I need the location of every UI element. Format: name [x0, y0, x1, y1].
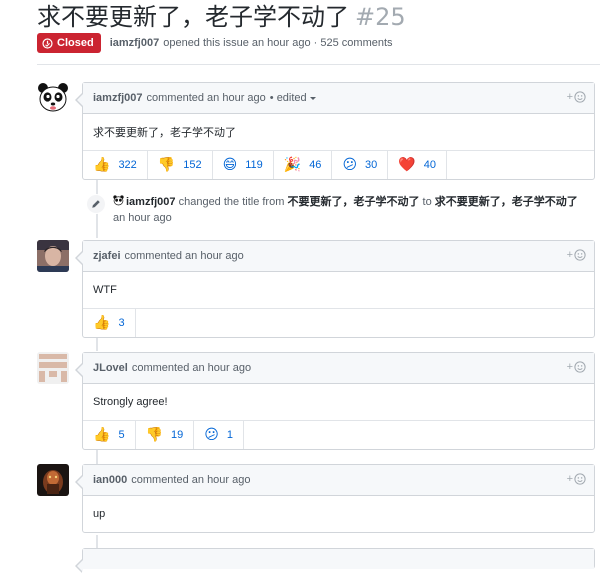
event-actor-link[interactable]: iamzfj007 [126, 196, 176, 208]
issue-number: #25 [355, 3, 406, 31]
reaction-count: 19 [171, 429, 184, 441]
avatar-iamzfj007[interactable] [37, 82, 69, 114]
reaction-thumbs-down[interactable]: 👎 19 [136, 421, 195, 449]
thumbs-down-icon: 👎 [145, 427, 163, 443]
comment-card: JLovel commented an hour ago + Strongly … [75, 352, 595, 450]
event-text: iamzfj007 changed the title from 不要更新了，老… [113, 194, 586, 226]
issue-author-link[interactable]: iamzfj007 [110, 37, 160, 49]
reactions-bar: 👍 3 [83, 309, 594, 337]
hooray-icon: 🎉 [283, 157, 302, 173]
add-reaction-button[interactable]: + [567, 91, 586, 103]
edited-dropdown[interactable]: • edited [270, 92, 316, 104]
comment-body: Strongly agree! [83, 384, 594, 421]
timeline-line [96, 449, 98, 465]
comment-header [83, 549, 594, 569]
reaction-count: 152 [183, 159, 202, 171]
comment-timestamp[interactable]: commented an hour ago [132, 362, 251, 374]
event-to-title: 求不要更新了，老子学不动了 [434, 196, 578, 208]
heart-icon: ❤️ [398, 157, 416, 173]
smiley-icon [574, 249, 586, 261]
laugh-icon: 😄 [222, 157, 238, 173]
reaction-count: 322 [118, 159, 137, 171]
event-from-title: 不要更新了，老子学不动了 [287, 196, 420, 208]
reactions-bar: 👍 322 👎 152 😄 119 🎉 46 😕 30 ❤️ 40 [83, 151, 594, 179]
comment-author-link[interactable]: ian000 [93, 474, 127, 486]
comment-timestamp[interactable]: commented an hour ago [147, 92, 266, 104]
comment-body: up [93, 508, 106, 520]
add-reaction-plus: + [566, 473, 573, 485]
issue-title-text: 求不要更新了，老子学不动了 [37, 3, 349, 31]
event-action: changed the title from [178, 196, 285, 208]
reaction-thumbs-down[interactable]: 👎 152 [148, 151, 213, 179]
add-reaction-plus: + [566, 249, 573, 261]
thumbs-up-icon: 👍 [93, 157, 111, 173]
confused-icon: 😕 [204, 427, 219, 443]
comment-card: iamzfj007 commented an hour ago • edited… [75, 82, 595, 180]
thumbs-down-icon: 👎 [157, 157, 176, 173]
reaction-count: 46 [309, 159, 322, 171]
reaction-laugh[interactable]: 😄 119 [213, 151, 274, 179]
reaction-count: 30 [365, 159, 378, 171]
reaction-hooray[interactable]: 🎉 46 [274, 151, 333, 179]
reaction-thumbs-up[interactable]: 👍 322 [83, 151, 148, 179]
issue-meta: Closed iamzfj007 opened this issue an ho… [37, 33, 393, 53]
comment-card: zjafei commented an hour ago + WTF 👍 3 [75, 240, 595, 338]
smiley-icon [574, 473, 586, 485]
reaction-count: 40 [423, 159, 436, 171]
state-badge: Closed [37, 33, 101, 53]
reaction-count: 5 [118, 429, 125, 441]
thumbs-up-icon: 👍 [93, 315, 111, 331]
avatar-jlovel[interactable] [37, 352, 69, 384]
comment-header: iamzfj007 commented an hour ago • edited… [83, 83, 594, 114]
add-reaction-button[interactable]: + [567, 361, 586, 373]
event-time[interactable]: an hour ago [113, 212, 172, 224]
issue-title: 求不要更新了，老子学不动了 #25 [37, 2, 406, 32]
state-label: Closed [57, 37, 94, 49]
comment-timestamp[interactable]: commented an hour ago [125, 250, 244, 262]
smiley-icon [574, 91, 586, 103]
comment-body: 求不要更新了，老子学不动了 [83, 114, 594, 151]
avatar-zjafei[interactable] [37, 240, 69, 272]
comment-card: ian000 commented an hour ago + up [75, 464, 595, 533]
issue-closed-icon [42, 37, 53, 49]
avatar-ian000[interactable] [37, 464, 69, 496]
event-to-word: to [422, 196, 432, 208]
reaction-count: 1 [226, 429, 233, 441]
comment-timestamp[interactable]: commented an hour ago [131, 474, 250, 486]
add-reaction-button[interactable]: + [567, 473, 586, 485]
chevron-down-icon [309, 96, 316, 100]
comment-author-link[interactable]: iamzfj007 [93, 92, 143, 104]
reaction-thumbs-up[interactable]: 👍 3 [83, 309, 136, 337]
issue-meta-text: opened this issue an hour ago · 525 comm… [163, 37, 393, 49]
smiley-icon [574, 361, 586, 373]
comment-author-link[interactable]: JLovel [93, 362, 128, 374]
confused-icon: 😕 [342, 157, 358, 173]
comment-header: JLovel commented an hour ago + [83, 353, 594, 384]
reaction-count: 3 [118, 317, 125, 329]
edited-label: • edited [269, 92, 307, 104]
reaction-count: 119 [245, 159, 263, 171]
avatar-small-icon[interactable] [113, 194, 124, 210]
reaction-heart[interactable]: ❤️ 40 [388, 151, 447, 179]
comment-body: WTF [83, 272, 594, 309]
reaction-confused[interactable]: 😕 30 [332, 151, 389, 179]
comment-header: zjafei commented an hour ago + [83, 241, 594, 272]
comment-author-link[interactable]: zjafei [93, 250, 121, 262]
comment-card [75, 548, 595, 573]
reactions-bar: 👍 5 👎 19 😕 1 [83, 421, 594, 449]
add-reaction-button[interactable]: + [567, 249, 586, 261]
pencil-icon [86, 194, 106, 214]
title-change-event: iamzfj007 changed the title from 不要更新了，老… [86, 194, 586, 226]
add-reaction-plus: + [566, 361, 573, 373]
add-reaction-plus: + [566, 91, 573, 103]
header-divider [37, 64, 600, 65]
reaction-confused[interactable]: 😕 1 [194, 421, 244, 449]
reaction-thumbs-up[interactable]: 👍 5 [83, 421, 136, 449]
thumbs-up-icon: 👍 [93, 427, 111, 443]
comment-header: ian000 commented an hour ago + [83, 465, 594, 496]
